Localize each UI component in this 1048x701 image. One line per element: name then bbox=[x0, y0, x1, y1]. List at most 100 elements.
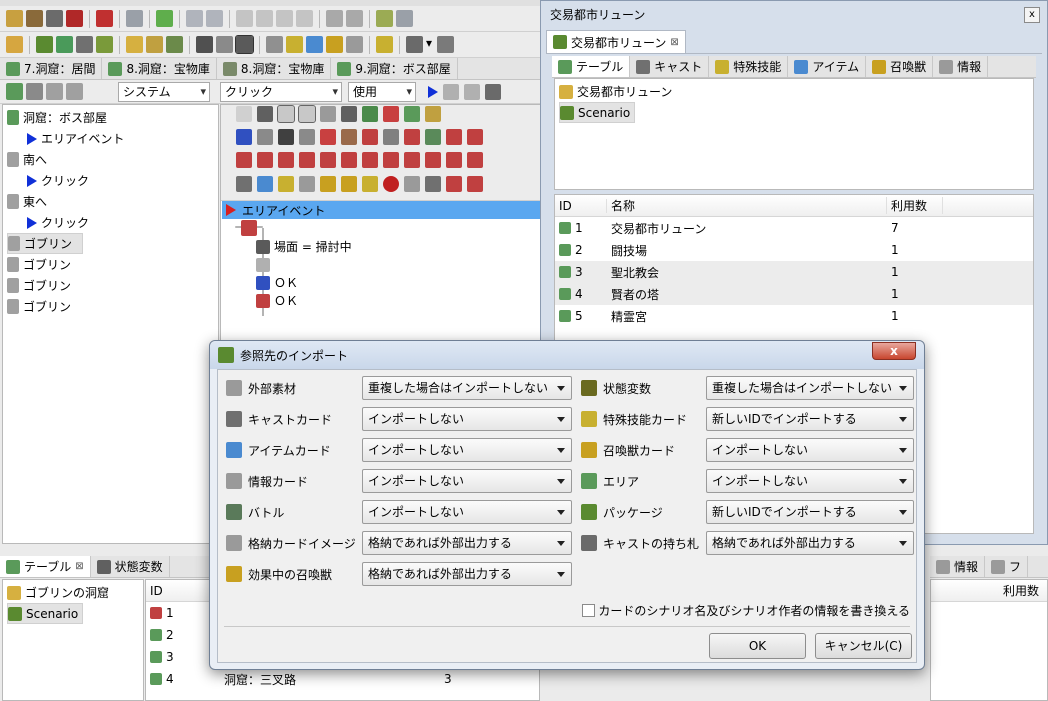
summon-card-tool-icon[interactable] bbox=[320, 176, 336, 192]
tool-icon[interactable] bbox=[396, 10, 413, 27]
cross-tool-icon[interactable] bbox=[467, 129, 483, 145]
right-tree-root[interactable]: 交易都市リューン bbox=[559, 81, 1029, 102]
subtab-item[interactable]: アイテム bbox=[788, 56, 867, 77]
wand-icon[interactable] bbox=[76, 36, 93, 53]
hourglass-icon[interactable] bbox=[320, 129, 336, 145]
compass-icon[interactable] bbox=[278, 129, 294, 145]
import-option-select[interactable]: インポートしない bbox=[706, 438, 914, 462]
event-tree-item[interactable]: 南へ bbox=[7, 149, 214, 170]
edit-icon[interactable] bbox=[6, 10, 23, 27]
tab-info[interactable]: 情報 bbox=[930, 556, 986, 577]
subtab-info[interactable]: 情報 bbox=[933, 56, 989, 77]
hook-icon[interactable] bbox=[464, 84, 480, 100]
pen-icon[interactable] bbox=[299, 129, 315, 145]
subtab-cast[interactable]: キャスト bbox=[630, 56, 710, 77]
red-book-icon[interactable] bbox=[66, 10, 83, 27]
branch6-icon[interactable] bbox=[341, 152, 357, 168]
skill-remove-icon[interactable] bbox=[467, 176, 483, 192]
flag-icon[interactable] bbox=[126, 36, 143, 53]
key-icon[interactable] bbox=[146, 36, 163, 53]
delete-icon[interactable] bbox=[296, 10, 313, 27]
col-id[interactable]: ID bbox=[146, 584, 216, 598]
branch-icon[interactable] bbox=[236, 152, 252, 168]
dialog-close-button[interactable]: x bbox=[872, 342, 916, 360]
content-item-ok-2[interactable]: ＯＫ bbox=[256, 290, 298, 311]
avatar-icon[interactable] bbox=[196, 36, 213, 53]
close-icon[interactable]: ⊠ bbox=[670, 37, 678, 48]
import-option-select[interactable]: インポートしない bbox=[362, 407, 572, 431]
branch9-icon[interactable] bbox=[404, 152, 420, 168]
import-option-select[interactable]: 新しいIDでインポートする bbox=[706, 407, 914, 431]
record-icon[interactable] bbox=[383, 176, 399, 192]
note-icon[interactable] bbox=[26, 10, 43, 27]
certificate-icon[interactable] bbox=[126, 10, 143, 27]
col-count[interactable]: 利用数 bbox=[887, 197, 943, 214]
table-row[interactable]: 5 精霊宮 1 bbox=[555, 305, 1033, 327]
rewrite-checkbox-row[interactable]: カードのシナリオ名及びシナリオ作者の情報を書き換える bbox=[582, 602, 910, 619]
package-icon[interactable] bbox=[26, 83, 43, 100]
key-icon[interactable] bbox=[362, 129, 378, 145]
tab-room-9[interactable]: 9.洞窟：ボス部屋 bbox=[331, 58, 458, 79]
cursor-icon[interactable] bbox=[236, 106, 252, 122]
click-combo[interactable]: クリック bbox=[220, 82, 342, 102]
import-option-select[interactable]: 格納であれば外部出力する bbox=[362, 531, 572, 555]
tag-tool-icon[interactable] bbox=[362, 106, 378, 122]
content-item-scene[interactable]: 場面 = 掃討中 bbox=[256, 236, 352, 257]
person-icon[interactable] bbox=[437, 36, 454, 53]
import-option-select[interactable]: インポートしない bbox=[362, 438, 572, 462]
import-option-select[interactable]: インポートしない bbox=[362, 469, 572, 493]
branch10-icon[interactable] bbox=[425, 152, 441, 168]
tab-room-8a[interactable]: 8.洞窟：宝物庫 bbox=[102, 58, 217, 79]
move-up-icon[interactable] bbox=[326, 10, 343, 27]
branch11-icon[interactable] bbox=[446, 152, 462, 168]
col-count[interactable]: 利用数 bbox=[1003, 582, 1039, 599]
summon-tool-icon[interactable] bbox=[404, 106, 420, 122]
col-id[interactable]: ID bbox=[555, 198, 607, 213]
item-icon[interactable] bbox=[306, 36, 323, 53]
use-combo[interactable]: 使用 bbox=[348, 82, 416, 102]
paste-icon[interactable] bbox=[276, 10, 293, 27]
item-remove-icon[interactable] bbox=[446, 176, 462, 192]
cut-icon[interactable] bbox=[236, 10, 253, 27]
import-option-select[interactable]: 新しいIDでインポートする bbox=[706, 500, 914, 524]
content-event-header[interactable]: エリアイベント bbox=[222, 201, 540, 219]
redo-icon[interactable] bbox=[206, 10, 223, 27]
stamp-tool-icon[interactable] bbox=[383, 106, 399, 122]
event-tree-item[interactable]: クリック bbox=[7, 212, 214, 233]
ok-button[interactable]: OK bbox=[709, 633, 806, 659]
package-icon[interactable] bbox=[36, 36, 53, 53]
skill-tool-icon[interactable] bbox=[404, 129, 420, 145]
hand-icon[interactable] bbox=[443, 84, 459, 100]
scissors-icon[interactable] bbox=[257, 106, 273, 122]
copy-icon[interactable] bbox=[256, 10, 273, 27]
battle-icon[interactable] bbox=[56, 36, 73, 53]
event-tree-item[interactable]: ゴブリン bbox=[7, 296, 214, 317]
branch8-icon[interactable] bbox=[383, 152, 399, 168]
event-tree-item[interactable]: 東へ bbox=[7, 191, 214, 212]
branch7-icon[interactable] bbox=[362, 152, 378, 168]
right-window-close-button[interactable]: x bbox=[1024, 7, 1040, 23]
right-tree-scenario[interactable]: Scenario bbox=[559, 102, 635, 123]
event-tree-item[interactable]: ゴブリン bbox=[7, 233, 83, 254]
event-tree-item[interactable]: クリック bbox=[7, 170, 214, 191]
dropdown-arrow-icon[interactable]: ▾ bbox=[426, 36, 434, 53]
up-icon[interactable] bbox=[46, 83, 63, 100]
skill-x-icon[interactable] bbox=[278, 176, 294, 192]
tab-trade-city[interactable]: 交易都市リューン ⊠ bbox=[546, 30, 686, 53]
table-row[interactable]: 4 賢者の塔 1 bbox=[555, 283, 1033, 305]
pack-tool-icon[interactable] bbox=[425, 129, 441, 145]
grid-tool-icon[interactable] bbox=[298, 105, 316, 123]
table-row[interactable]: 4 洞窟：三叉路 3 bbox=[146, 668, 539, 690]
col-name[interactable]: 名称 bbox=[607, 197, 887, 214]
skill-icon[interactable] bbox=[96, 36, 113, 53]
event-tree-item[interactable]: 洞窟：ボス部屋 bbox=[7, 107, 214, 128]
grid-select-icon[interactable] bbox=[235, 35, 254, 54]
bubble-icon[interactable] bbox=[257, 129, 273, 145]
refresh-icon[interactable] bbox=[156, 10, 173, 27]
down-icon[interactable] bbox=[66, 83, 83, 100]
event-tree-item[interactable]: ゴブリン bbox=[7, 275, 214, 296]
cast-tool-icon[interactable] bbox=[236, 176, 252, 192]
close-icon[interactable]: ⊠ bbox=[75, 561, 83, 572]
list-tool-icon[interactable] bbox=[320, 106, 336, 122]
tab-more[interactable]: フ bbox=[985, 556, 1029, 577]
